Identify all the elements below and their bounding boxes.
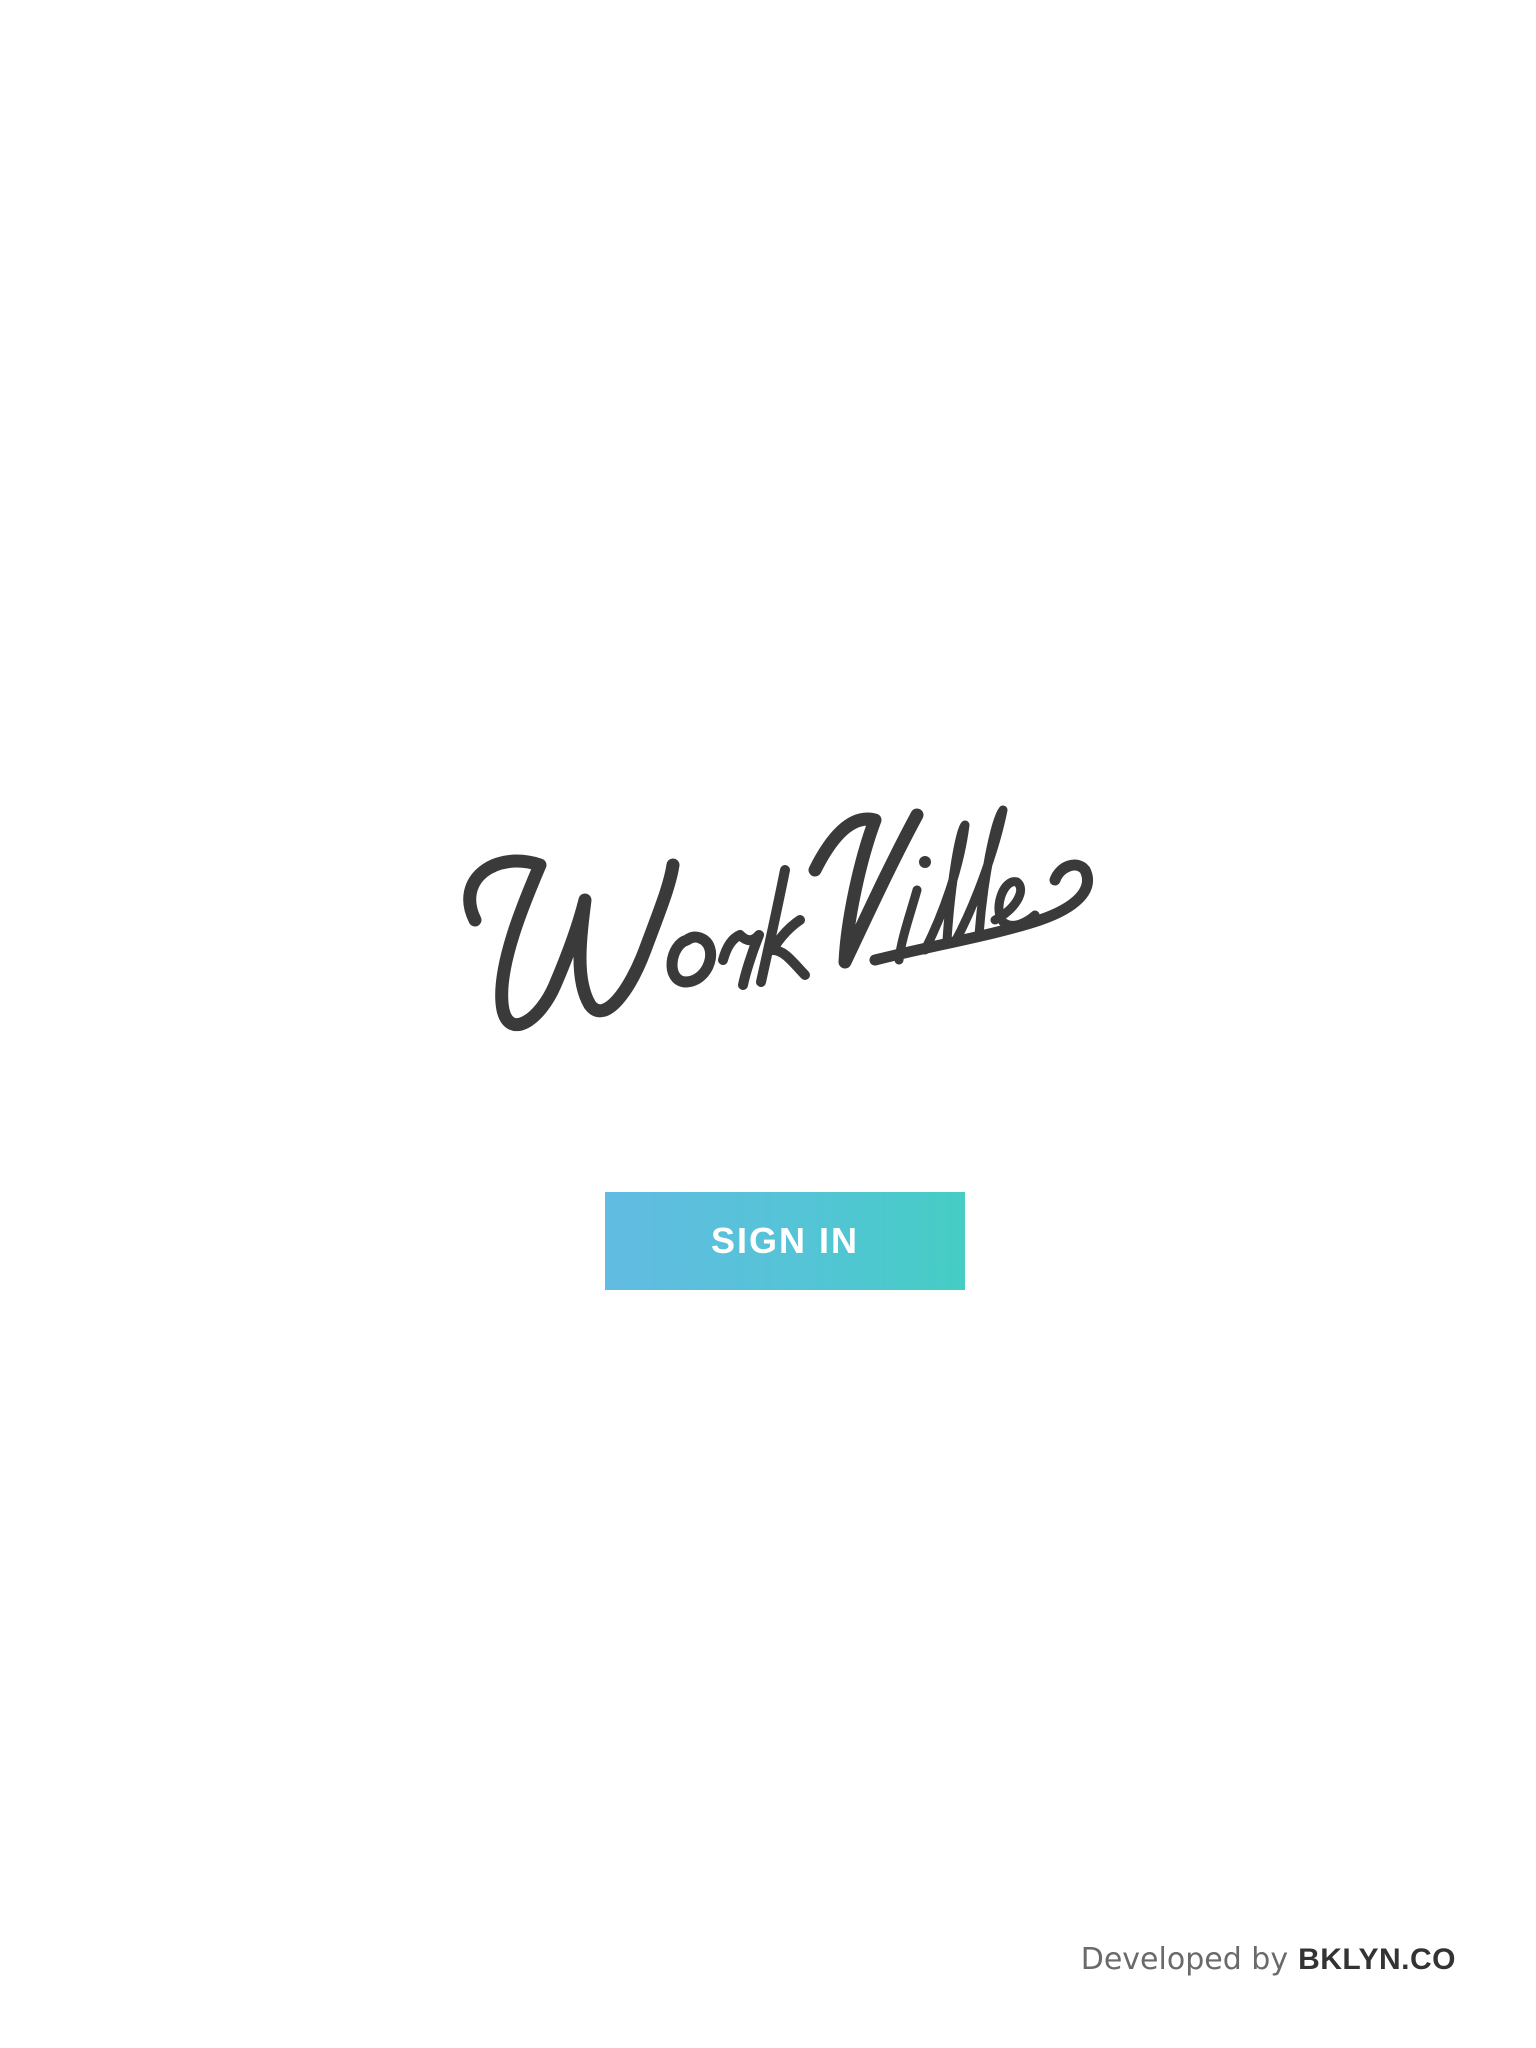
sign-in-button[interactable]: SIGN IN xyxy=(605,1192,965,1290)
developer-credit-prefix: Developed by xyxy=(1080,1942,1289,1977)
developer-credit: Developed by BKLYN.CO xyxy=(1081,1942,1456,1977)
workville-logo xyxy=(455,770,1095,1050)
developer-credit-brand: BKLYN.CO xyxy=(1298,1943,1456,1976)
login-screen: SIGN IN Developed by BKLYN.CO xyxy=(0,0,1536,2048)
workville-logo-mark xyxy=(463,805,1094,1032)
